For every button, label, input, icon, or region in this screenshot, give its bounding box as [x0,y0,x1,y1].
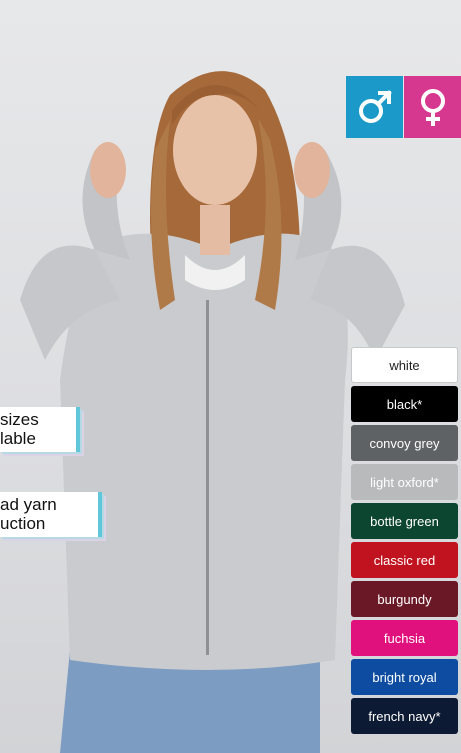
badge-line: uction [0,514,46,533]
badge-line: ad yarn [0,495,57,514]
swatch-classic-red[interactable]: classic red [351,542,458,578]
swatch-fuchsia[interactable]: fuchsia [351,620,458,656]
feature-badge-sizes: sizes lable [0,407,80,452]
badge-line: lable [0,429,36,448]
swatch-burgundy[interactable]: burgundy [351,581,458,617]
male-filter-button[interactable] [346,76,403,138]
female-filter-button[interactable] [404,76,461,138]
badge-line: sizes [0,410,39,429]
female-symbol-icon [420,89,445,126]
swatch-white[interactable]: white [351,347,458,383]
male-symbol-icon [358,90,392,123]
swatch-black[interactable]: black* [351,386,458,422]
swatch-french-navy[interactable]: french navy* [351,698,458,734]
feature-badge-yarn: ad yarn uction [0,492,102,537]
swatch-bottle-green[interactable]: bottle green [351,503,458,539]
swatch-convoy-grey[interactable]: convoy grey [351,425,458,461]
color-swatch-list: white black* convoy grey light oxford* b… [351,347,458,737]
swatch-bright-royal[interactable]: bright royal [351,659,458,695]
swatch-light-oxford[interactable]: light oxford* [351,464,458,500]
